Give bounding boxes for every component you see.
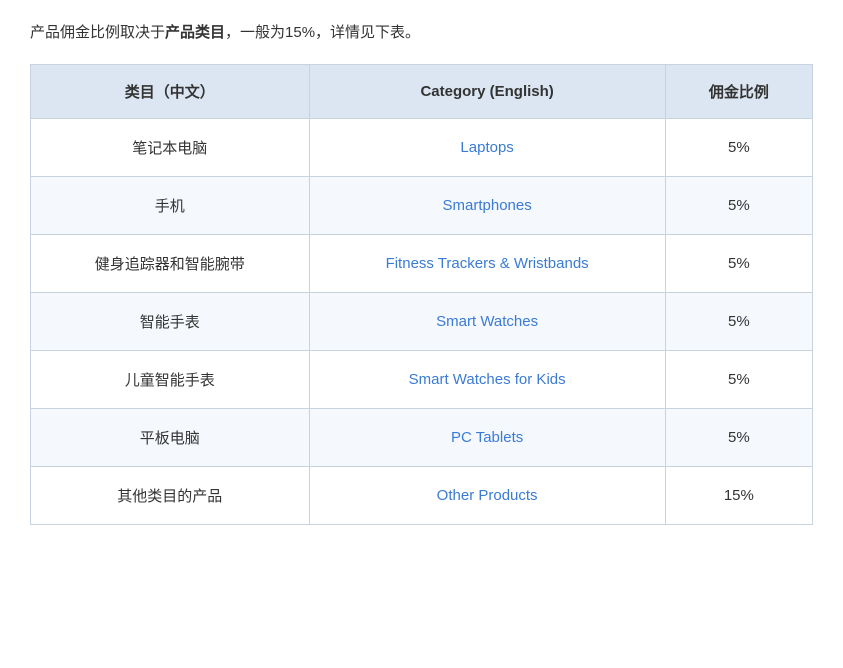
intro-text-after: ，一般为15%，详情见下表。: [225, 24, 420, 41]
header-row: 类目（中文） Category (English) 佣金比例: [31, 64, 813, 118]
intro-text-before: 产品佣金比例取决于: [30, 24, 165, 41]
cell-rate: 15%: [665, 466, 812, 524]
table-row: 儿童智能手表Smart Watches for Kids5%: [31, 350, 813, 408]
cell-en: Other Products: [309, 466, 665, 524]
header-rate: 佣金比例: [665, 64, 812, 118]
cell-rate: 5%: [665, 408, 812, 466]
cell-en: Laptops: [309, 118, 665, 176]
cell-rate: 5%: [665, 176, 812, 234]
table-row: 手机Smartphones5%: [31, 176, 813, 234]
cell-zh: 笔记本电脑: [31, 118, 310, 176]
cell-en: Smartphones: [309, 176, 665, 234]
table-row: 智能手表Smart Watches5%: [31, 292, 813, 350]
cell-zh: 智能手表: [31, 292, 310, 350]
table-row: 笔记本电脑Laptops5%: [31, 118, 813, 176]
cell-en: Smart Watches for Kids: [309, 350, 665, 408]
table-row: 平板电脑PC Tablets5%: [31, 408, 813, 466]
cell-zh: 手机: [31, 176, 310, 234]
intro-paragraph: 产品佣金比例取决于产品类目，一般为15%，详情见下表。: [30, 20, 813, 46]
table-row: 其他类目的产品Other Products15%: [31, 466, 813, 524]
header-zh: 类目（中文）: [31, 64, 310, 118]
cell-rate: 5%: [665, 350, 812, 408]
table-row: 健身追踪器和智能腕带Fitness Trackers & Wristbands5…: [31, 234, 813, 292]
cell-zh: 其他类目的产品: [31, 466, 310, 524]
cell-zh: 健身追踪器和智能腕带: [31, 234, 310, 292]
commission-table: 类目（中文） Category (English) 佣金比例 笔记本电脑Lapt…: [30, 64, 813, 525]
intro-highlight: 产品类目: [165, 24, 225, 41]
cell-en: Fitness Trackers & Wristbands: [309, 234, 665, 292]
cell-en: Smart Watches: [309, 292, 665, 350]
table-body: 笔记本电脑Laptops5%手机Smartphones5%健身追踪器和智能腕带F…: [31, 118, 813, 524]
table-header: 类目（中文） Category (English) 佣金比例: [31, 64, 813, 118]
cell-rate: 5%: [665, 292, 812, 350]
cell-zh: 儿童智能手表: [31, 350, 310, 408]
cell-en: PC Tablets: [309, 408, 665, 466]
header-en: Category (English): [309, 64, 665, 118]
cell-rate: 5%: [665, 234, 812, 292]
cell-zh: 平板电脑: [31, 408, 310, 466]
cell-rate: 5%: [665, 118, 812, 176]
